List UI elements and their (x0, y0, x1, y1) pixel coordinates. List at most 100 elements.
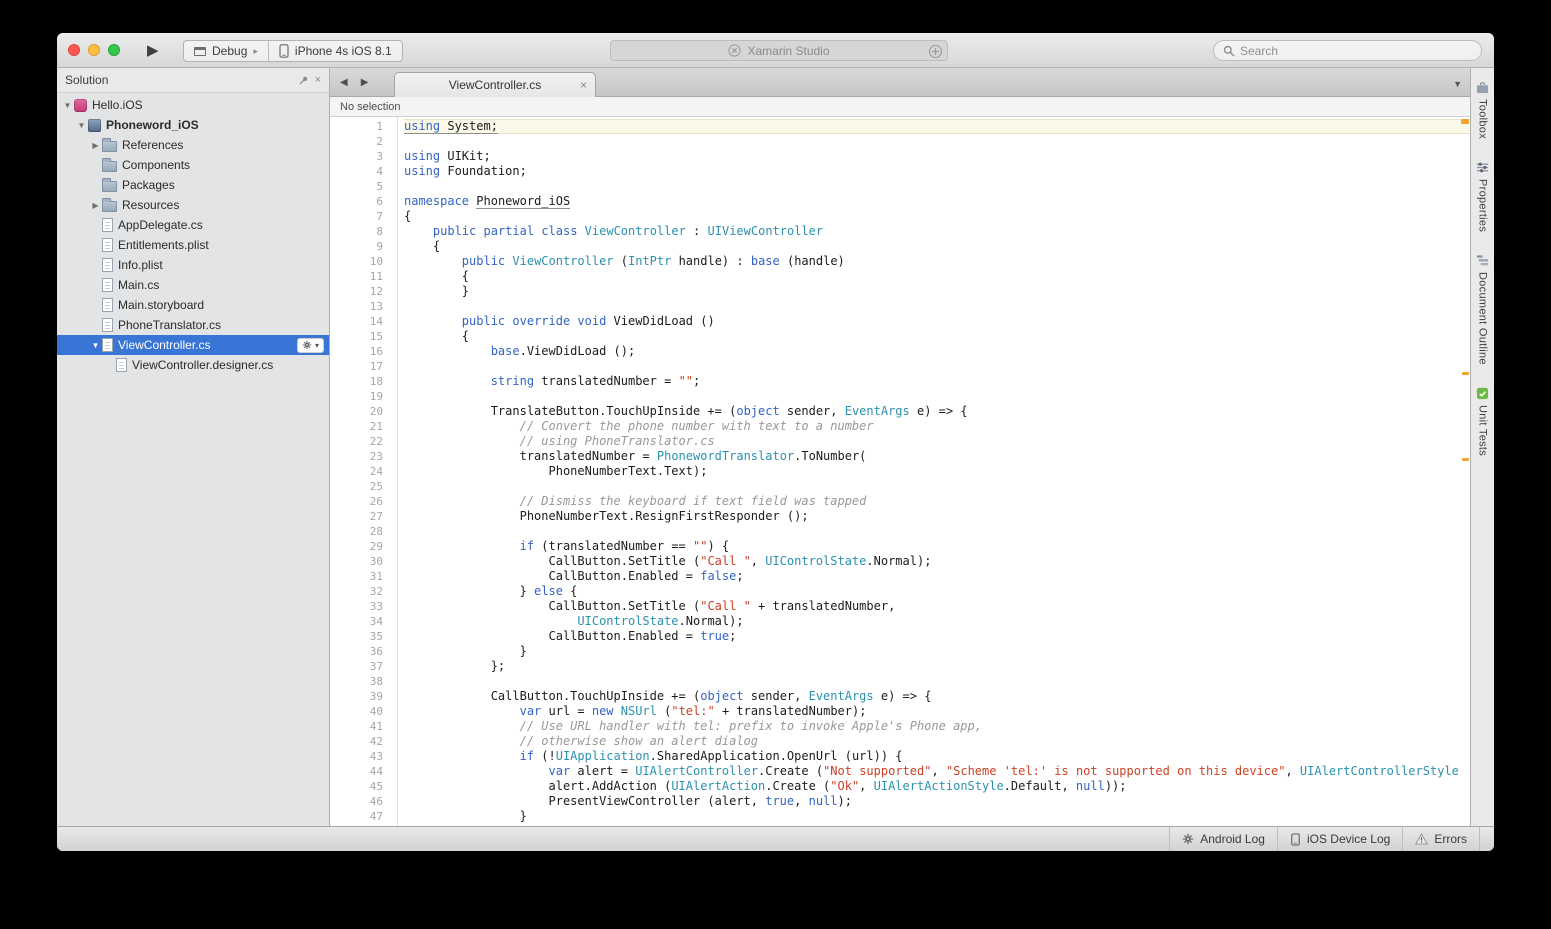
folder-icon (102, 161, 117, 172)
overview-ruler[interactable] (1461, 117, 1470, 826)
disclosure-triangle-icon[interactable]: ▶ (89, 201, 102, 210)
disclosure-triangle-icon[interactable]: ▼ (89, 341, 102, 350)
tree-item-viewcontroller-cs[interactable]: ▼ ViewController.cs ▾ (57, 335, 329, 355)
line-number: 37 (330, 659, 397, 674)
code-line: public partial class ViewController : UI… (404, 224, 1470, 239)
run-button[interactable]: ▶ (147, 41, 159, 59)
errors-icon (1415, 833, 1428, 845)
code-line: UIControlState.Normal); (404, 614, 1470, 629)
tab-list-dropdown-icon[interactable]: ▼ (1453, 79, 1462, 89)
tree-item-phoneword-ios[interactable]: ▼Phoneword_iOS (57, 115, 329, 135)
tab-viewcontroller-cs[interactable]: ViewController.cs × (394, 72, 596, 97)
tree-item-appdelegate-cs[interactable]: AppDelegate.cs (57, 215, 329, 235)
code-line (404, 479, 1470, 494)
breadcrumb: No selection (330, 97, 1470, 117)
line-number: 22 (330, 434, 397, 449)
tree-item-label: ViewController.designer.cs (132, 358, 273, 372)
dock-tab-toolbox[interactable]: Toolbox (1476, 82, 1489, 139)
editor-column: ◀ ▶ ViewController.cs × ▼ No selection 1… (330, 68, 1470, 826)
navigation-arrows: ◀ ▶ (340, 77, 368, 88)
disclosure-triangle-icon[interactable]: ▶ (89, 141, 102, 150)
status-text: Xamarin Studio (747, 44, 829, 58)
properties-icon (1476, 161, 1489, 174)
device-selector[interactable]: iPhone 4s iOS 8.1 (269, 41, 402, 61)
close-tab-icon[interactable]: × (580, 79, 587, 91)
close-pad-icon[interactable]: × (315, 75, 321, 86)
close-window-button[interactable] (68, 44, 80, 56)
configuration-selector[interactable]: Debug ▸ (184, 41, 269, 61)
android-log-icon (1182, 833, 1194, 845)
tree-item-options-button[interactable]: ▾ (297, 338, 324, 353)
minimize-window-button[interactable] (88, 44, 100, 56)
navigate-back-icon[interactable]: ◀ (340, 77, 348, 88)
tree-item-label: ViewController.cs (118, 338, 210, 352)
line-number: 9 (330, 239, 397, 254)
change-marker-tick[interactable] (1462, 372, 1469, 375)
tree-item-phonetranslator-cs[interactable]: PhoneTranslator.cs (57, 315, 329, 335)
disclosure-triangle-icon[interactable]: ▼ (61, 101, 74, 110)
pin-pad-icon[interactable] (298, 75, 309, 86)
line-number: 12 (330, 284, 397, 299)
tree-item-references[interactable]: ▶ References (57, 135, 329, 155)
tree-item-label: References (122, 138, 183, 152)
code-line: // Convert the phone number with text to… (404, 419, 1470, 434)
code-line: PresentViewController (alert, true, null… (404, 794, 1470, 809)
code-lines[interactable]: using System;using UIKit;using Foundatio… (398, 117, 1470, 826)
change-marker-tick[interactable] (1461, 119, 1469, 124)
title-bar: ▶ Debug ▸ iPhone 4s iOS 8.1 Xamarin Stud… (57, 33, 1494, 68)
code-line: using UIKit; (404, 149, 1470, 164)
zoom-window-button[interactable] (108, 44, 120, 56)
search-box[interactable] (1213, 40, 1482, 61)
plist-file-icon (102, 238, 113, 252)
statusbar-button-ios-device-log[interactable]: iOS Device Log (1277, 827, 1402, 851)
refresh-icon[interactable] (928, 44, 943, 59)
statusbar-button-errors[interactable]: Errors (1402, 827, 1480, 851)
navigate-forward-icon[interactable]: ▶ (361, 77, 369, 88)
tree-item-hello-ios[interactable]: ▼Hello.iOS (57, 95, 329, 115)
code-line: TranslateButton.TouchUpInside += (object… (404, 404, 1470, 419)
tree-item-components[interactable]: Components (57, 155, 329, 175)
dock-tab-document-outline[interactable]: Document Outline (1476, 254, 1489, 365)
tree-item-label: Main.storyboard (118, 298, 204, 312)
tree-item-viewcontroller-designer-cs[interactable]: ViewController.designer.cs (57, 355, 329, 375)
tree-item-packages[interactable]: Packages (57, 175, 329, 195)
line-number: 18 (330, 374, 397, 389)
statusbar-button-android-log[interactable]: Android Log (1169, 827, 1277, 851)
tree-item-label: PhoneTranslator.cs (118, 318, 221, 332)
tree-item-resources[interactable]: ▶Resources (57, 195, 329, 215)
disclosure-triangle-icon[interactable]: ▼ (75, 121, 88, 130)
line-number: 25 (330, 479, 397, 494)
tree-item-main-cs[interactable]: Main.cs (57, 275, 329, 295)
line-number-gutter: 1234567891011121314151617181920212223242… (330, 117, 398, 826)
line-number: 21 (330, 419, 397, 434)
code-line (404, 359, 1470, 374)
tree-item-label: Main.cs (118, 278, 159, 292)
tab-label: ViewController.cs (449, 78, 541, 92)
line-number: 15 (330, 329, 397, 344)
line-number: 29 (330, 539, 397, 554)
tree-item-entitlements-plist[interactable]: Entitlements.plist (57, 235, 329, 255)
main-area: Solution × ▼Hello.iOS▼Phoneword_iOS▶Refe… (57, 68, 1494, 826)
code-editor[interactable]: 1234567891011121314151617181920212223242… (330, 117, 1470, 826)
line-number: 20 (330, 404, 397, 419)
line-number: 16 (330, 344, 397, 359)
ios-device-log-icon (1290, 833, 1301, 846)
code-line: CallButton.SetTitle ("Call " + translate… (404, 599, 1470, 614)
line-number: 47 (330, 809, 397, 824)
search-input[interactable] (1240, 44, 1472, 58)
line-number: 6 (330, 194, 397, 209)
solution-tree: ▼Hello.iOS▼Phoneword_iOS ▶ References Compo… (57, 93, 329, 826)
dock-tab-unit-tests[interactable]: Unit Tests (1476, 387, 1489, 456)
build-configuration-control: Debug ▸ iPhone 4s iOS 8.1 (183, 40, 403, 62)
tree-item-main-storyboard[interactable]: Main.storyboard (57, 295, 329, 315)
dock-tab-properties[interactable]: Properties (1476, 161, 1489, 232)
line-number: 43 (330, 749, 397, 764)
status-display: Xamarin Studio (610, 40, 948, 61)
folder-icon (102, 201, 117, 212)
change-marker-tick[interactable] (1462, 458, 1469, 461)
tree-item-info-plist[interactable]: Info.plist (57, 255, 329, 275)
code-line: using Foundation; (404, 164, 1470, 179)
device-label: iPhone 4s iOS 8.1 (295, 44, 392, 58)
line-number: 27 (330, 509, 397, 524)
code-line: { (404, 239, 1470, 254)
